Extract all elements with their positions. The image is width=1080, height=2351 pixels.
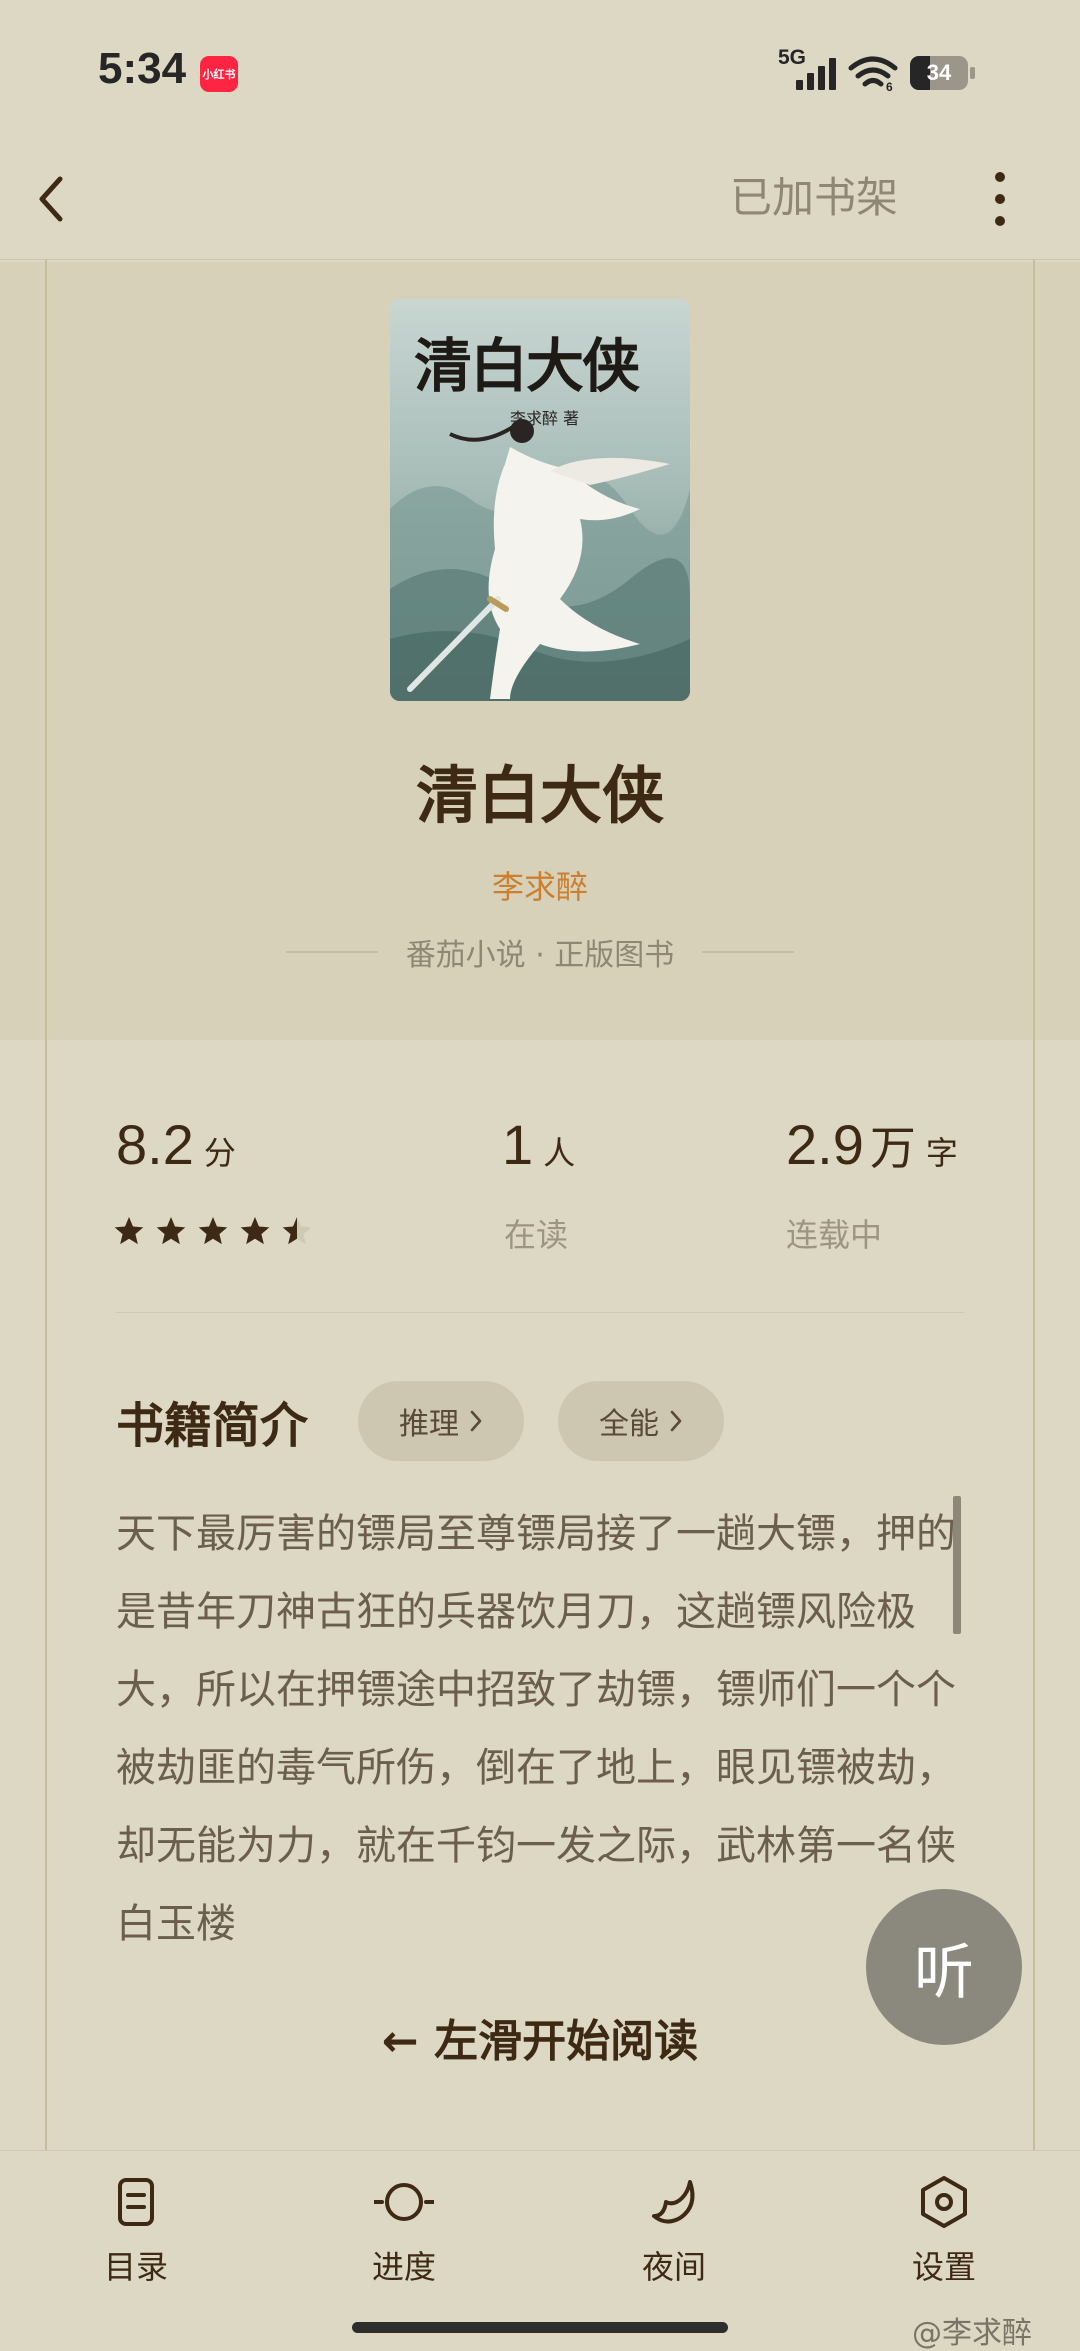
tag-allround[interactable]: 全能: [558, 1381, 724, 1461]
tab-settings[interactable]: 设置: [874, 2172, 1014, 2292]
status-bar: 5:34 小红书 5G 6 34: [0, 0, 1080, 150]
section-divider: [116, 1312, 964, 1313]
synopsis-scrollbar[interactable]: [953, 1496, 961, 1634]
star-filled: [156, 1217, 186, 1245]
book-source-text: 番茄小说 · 正版图书: [405, 938, 675, 973]
serial-status-label: 连载中: [786, 1216, 883, 1254]
frame-left-border: [45, 260, 47, 2150]
readers-unit: 人: [543, 1134, 576, 1172]
added-to-shelf-button[interactable]: 已加书架: [730, 168, 898, 228]
rating-stat: 8.2 分: [116, 1112, 236, 1177]
star-filled: [114, 1217, 144, 1245]
table-of-contents-icon: [118, 2178, 154, 2226]
star-filled: [240, 1217, 270, 1245]
listen-audio-button[interactable]: 听: [866, 1889, 1022, 2045]
cover-author-text: 李求醉 著: [510, 409, 580, 428]
book-cover[interactable]: 清白大侠 李求醉 著: [390, 299, 690, 701]
back-button[interactable]: [36, 164, 82, 234]
word-count: 2.9: [786, 1113, 864, 1176]
cover-title-text: 清白大侠: [414, 332, 640, 400]
tab-progress[interactable]: 进度: [334, 2172, 474, 2292]
moon-icon: [652, 2180, 695, 2224]
tab-label: 设置: [911, 2248, 976, 2286]
readers-count: 1: [502, 1113, 534, 1176]
star-filled: [198, 1217, 228, 1245]
chevron-left-icon: [39, 176, 63, 222]
chevron-right-icon: [470, 1410, 482, 1432]
synopsis-text[interactable]: 天下最厉害的镖局至尊镖局接了一趟大镖，押的是昔年刀神古狂的兵器饮月刀，这趟镖风险…: [116, 1495, 974, 1965]
status-time: 5:34: [98, 44, 187, 93]
readers-stat: 1人: [502, 1112, 575, 1177]
xiaohongshu-app-icon: 小红书: [200, 56, 238, 92]
frame-right-border: [1033, 260, 1035, 2150]
battery-level-text: 34: [926, 60, 952, 85]
progress-icon: [374, 2183, 434, 2221]
tag-mystery[interactable]: 推理: [358, 1381, 524, 1461]
tab-label: 进度: [371, 2248, 436, 2286]
tab-table-of-contents[interactable]: 目录: [66, 2172, 206, 2292]
tab-night-mode[interactable]: 夜间: [604, 2172, 744, 2292]
book-title: 清白大侠: [415, 759, 664, 832]
battery-indicator: 34: [910, 56, 976, 90]
svg-text:6: 6: [886, 80, 893, 92]
readers-label: 在读: [504, 1216, 569, 1254]
word-count-unit: 万: [869, 1121, 916, 1175]
more-dot: [995, 194, 1005, 204]
top-navigation-bar: 已加书架: [0, 150, 1080, 260]
weibo-watermark: @李求醉: [912, 2316, 1032, 2351]
more-options-button[interactable]: [980, 164, 1020, 234]
word-count-stat: 2.9 万字: [786, 1112, 958, 1178]
tab-label: 目录: [103, 2248, 168, 2286]
tag-label: 全能: [599, 1407, 659, 1442]
home-indicator[interactable]: [352, 2322, 728, 2333]
divider-line: [702, 951, 795, 953]
tab-label: 夜间: [641, 2248, 706, 2286]
synopsis-heading: 书籍简介: [116, 1398, 309, 1454]
tag-label: 推理: [399, 1407, 459, 1442]
more-dot: [995, 172, 1005, 182]
chevron-right-icon: [670, 1410, 682, 1432]
book-detail-page: 5:34 小红书 5G 6 34 已加书架 清白大侠 李求醉 著 清白大侠 李求…: [0, 0, 1080, 2351]
settings-icon: [921, 2176, 967, 2228]
more-dot: [995, 216, 1005, 226]
book-source: 番茄小说 · 正版图书: [0, 930, 1080, 974]
wifi-icon: 6: [848, 56, 898, 92]
signal-icon: [796, 58, 836, 90]
rating-unit: 分: [203, 1134, 236, 1172]
divider-line: [285, 951, 378, 953]
book-author-link[interactable]: 李求醉: [0, 862, 1080, 908]
word-count-unit-char: 字: [925, 1134, 958, 1172]
rating-stars: [114, 1217, 312, 1245]
rating-score: 8.2: [116, 1113, 194, 1176]
